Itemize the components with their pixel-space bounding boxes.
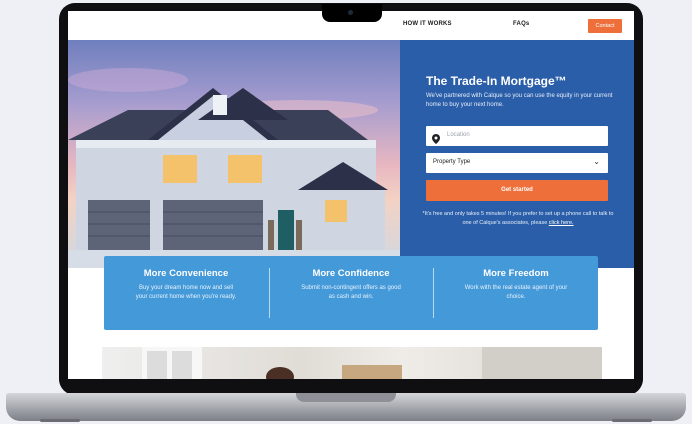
- click-here-link[interactable]: click here.: [549, 220, 574, 226]
- camera-icon: [348, 10, 353, 15]
- hero-section: The Trade-In Mortgage™ We've partnered w…: [68, 40, 634, 268]
- house-illustration: [68, 68, 400, 268]
- feature-desc: Work with the real estate agent of your …: [464, 285, 568, 300]
- nav-faqs[interactable]: FAQs: [513, 21, 529, 27]
- property-type-label: Property Type: [433, 159, 471, 165]
- feature-title: More Freedom: [483, 268, 549, 279]
- chevron-down-icon: ⌄: [593, 157, 600, 166]
- screen: HOW IT WORKS FAQs Contact The Trade-In M…: [68, 11, 634, 379]
- feature-convenience: More Convenience Buy your dream home now…: [104, 256, 268, 330]
- hero-note: *It's free and only takes 5 minutes! If …: [422, 210, 614, 227]
- contact-button[interactable]: Contact: [588, 19, 622, 33]
- get-started-button[interactable]: Get started: [426, 180, 608, 201]
- feature-title: More Convenience: [143, 268, 229, 279]
- feature-title: More Confidence: [312, 268, 390, 279]
- location-input[interactable]: Location: [426, 126, 608, 146]
- camera-notch: [322, 4, 382, 22]
- laptop-foot: [40, 419, 80, 422]
- hero-title: The Trade-In Mortgage™: [426, 74, 567, 88]
- map-pin-icon: [432, 131, 440, 149]
- feature-freedom: More Freedom Work with the real estate a…: [434, 256, 598, 330]
- feature-desc: Buy your dream home now and sell your cu…: [135, 285, 237, 300]
- mortgage-panel: The Trade-In Mortgage™ We've partnered w…: [400, 40, 634, 268]
- feature-desc: Submit non-contingent offers as good as …: [301, 285, 401, 300]
- property-type-select[interactable]: Property Type ⌄: [426, 153, 608, 173]
- laptop-base-groove: [296, 393, 396, 402]
- feature-confidence: More Confidence Submit non-contingent of…: [269, 256, 433, 330]
- location-placeholder: Location: [447, 132, 470, 138]
- features-band: More Convenience Buy your dream home now…: [104, 256, 598, 330]
- hero-subtitle: We've partnered with Calque so you can u…: [426, 93, 613, 108]
- laptop-foot: [612, 419, 652, 422]
- note-text: *It's free and only takes 5 minutes! If …: [422, 211, 614, 226]
- bottom-photo: [102, 347, 602, 379]
- hero-house-image: [68, 40, 400, 268]
- nav-how-it-works[interactable]: HOW IT WORKS: [403, 21, 452, 27]
